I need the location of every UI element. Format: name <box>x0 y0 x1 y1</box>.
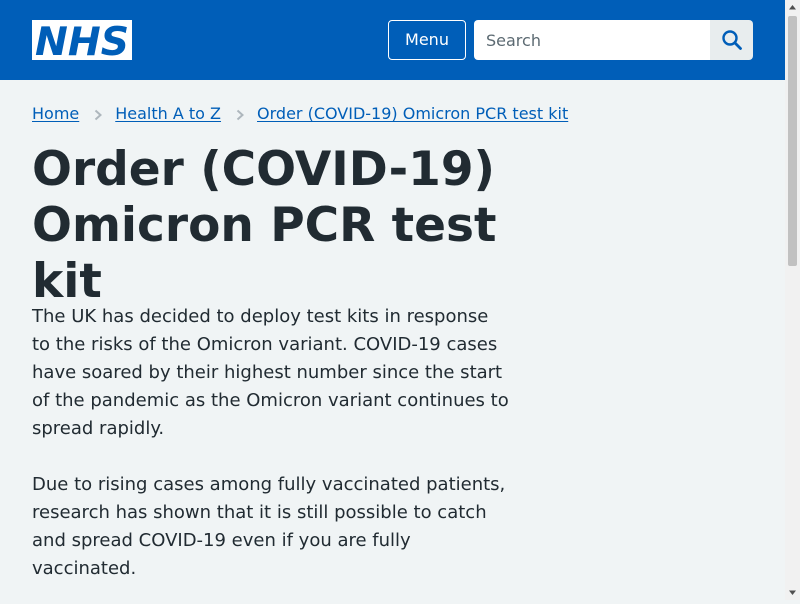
intro-paragraph: The UK has decided to deploy test kits i… <box>32 306 509 439</box>
breadcrumb-health-a-to-z-link[interactable]: Health A to Z <box>115 104 221 123</box>
scroll-down-arrow-icon[interactable] <box>785 585 800 600</box>
nhs-logo[interactable]: NHS <box>32 20 132 60</box>
vaccinated-paragraph: Due to rising cases among fully vaccinat… <box>32 474 506 579</box>
page-title: Order (COVID-19) Omicron PCR test kit <box>32 142 497 309</box>
nhs-logo-mark: NHS <box>35 20 129 60</box>
search-button[interactable] <box>710 20 753 60</box>
breadcrumb: Home Health A to Z Order (COVID-19) Omicro… <box>32 104 568 126</box>
search-input[interactable] <box>474 20 710 60</box>
page: NHS Menu Home Health A to Z Order (COVID-1… <box>0 0 785 600</box>
site-header: NHS Menu <box>0 0 785 80</box>
vertical-scrollbar[interactable] <box>785 0 800 600</box>
scroll-up-arrow-icon[interactable] <box>785 0 800 15</box>
chevron-right-icon <box>235 108 245 122</box>
menu-button[interactable]: Menu <box>388 20 466 60</box>
scrollbar-thumb[interactable] <box>788 16 797 266</box>
breadcrumb-current-page-link[interactable]: Order (COVID-19) Omicron PCR test kit <box>257 104 568 123</box>
search-icon <box>721 30 742 50</box>
chevron-right-icon <box>93 108 103 122</box>
logo-text: NHS <box>35 20 129 60</box>
breadcrumb-home-link[interactable]: Home <box>32 104 79 123</box>
